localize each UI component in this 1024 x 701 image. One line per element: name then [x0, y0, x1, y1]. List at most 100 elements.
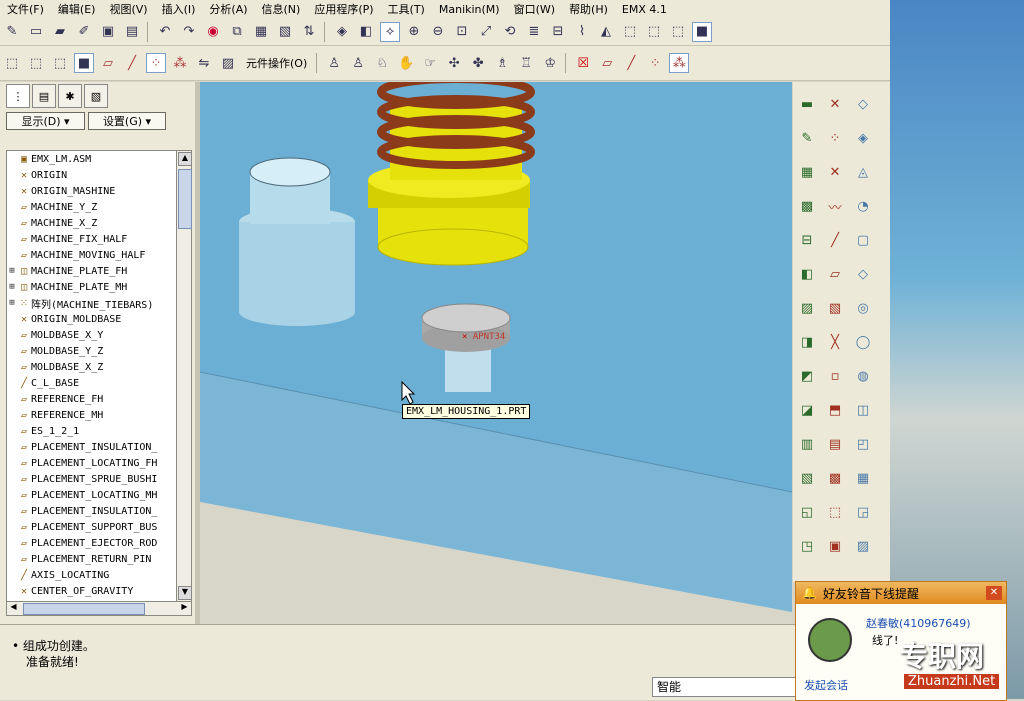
- tree-item[interactable]: ▱ PLACEMENT_LOCATING_FH: [7, 455, 177, 471]
- csys-tool-icon[interactable]: ⁂: [669, 53, 690, 73]
- settings-dropdown[interactable]: 设置(G) ▾: [88, 112, 166, 130]
- feature-tool-icon[interactable]: ⁘: [825, 128, 845, 148]
- selection-filter[interactable]: 智能: [652, 677, 798, 697]
- tree-item[interactable]: ▱ MACHINE_X_Z: [7, 215, 177, 231]
- zoom-out-icon[interactable]: ⊖: [428, 22, 448, 42]
- expand-icon[interactable]: ⊞: [7, 266, 17, 276]
- tab-favorites[interactable]: ✱: [58, 84, 82, 108]
- csys-display-icon[interactable]: ⁂: [170, 53, 190, 73]
- feature-tool-icon[interactable]: ▤: [825, 434, 845, 454]
- tree-item[interactable]: ▱ PLACEMENT_SUPPORT_BUS: [7, 519, 177, 535]
- axis-display-icon[interactable]: ╱: [122, 53, 142, 73]
- tree-item[interactable]: ✕ ORIGIN: [7, 167, 177, 183]
- feature-tool-icon[interactable]: ◧: [797, 264, 817, 284]
- axis-tool-icon[interactable]: ╱: [621, 53, 641, 73]
- feature-tool-icon[interactable]: ◳: [797, 536, 817, 556]
- feature-tool-icon[interactable]: ◱: [797, 502, 817, 522]
- feature-tool-icon[interactable]: ⬒: [825, 400, 845, 420]
- new-wizard-icon[interactable]: ✎: [2, 22, 22, 42]
- shading-icon[interactable]: ■: [692, 21, 712, 42]
- pose-4-icon[interactable]: ♖: [516, 53, 536, 73]
- tree-item[interactable]: ▱ PLACEMENT_INSULATION_: [7, 503, 177, 519]
- feature-tool-icon[interactable]: ▩: [797, 196, 817, 216]
- new-file-icon[interactable]: ▭: [26, 22, 46, 42]
- menu-item-4[interactable]: 分析(A): [202, 1, 254, 17]
- menu-item-2[interactable]: 视图(V): [102, 1, 154, 17]
- scroll-right-icon[interactable]: ▶: [179, 602, 190, 614]
- tree-item[interactable]: ▱ MOLDBASE_X_Z: [7, 359, 177, 375]
- h-scroll-thumb[interactable]: [23, 603, 145, 615]
- hidden-line-icon[interactable]: ⬚: [644, 22, 664, 42]
- scroll-thumb[interactable]: [178, 169, 192, 229]
- tree-item[interactable]: ✕ ORIGIN_MASHINE: [7, 183, 177, 199]
- feature-tool-icon[interactable]: ◪: [797, 400, 817, 420]
- pose-1-icon[interactable]: ✣: [444, 53, 464, 73]
- feature-tool-icon[interactable]: ▱: [825, 264, 845, 284]
- menu-item-11[interactable]: EMX 4.1: [615, 3, 674, 16]
- menu-item-9[interactable]: 窗口(W): [507, 1, 562, 17]
- scroll-up-icon[interactable]: ▲: [178, 152, 192, 166]
- refit-icon[interactable]: ⊡: [452, 22, 472, 42]
- plane-tool-icon[interactable]: ▱: [597, 53, 617, 73]
- feature-tool-icon[interactable]: ▦: [853, 468, 873, 488]
- pose-3-icon[interactable]: ♗: [492, 53, 512, 73]
- tree-item[interactable]: ╱ C_L_BASE: [7, 375, 177, 391]
- expand-icon[interactable]: ⊞: [7, 298, 17, 308]
- view-manager-icon[interactable]: ⊟: [548, 22, 568, 42]
- close-icon[interactable]: ✕: [986, 586, 1002, 600]
- feature-tool-icon[interactable]: ◎: [853, 298, 873, 318]
- tree-item[interactable]: ╱ AXIS_LOCATING: [7, 567, 177, 583]
- copy-icon[interactable]: ⧉: [227, 22, 247, 42]
- cube-4-icon[interactable]: ■: [74, 53, 94, 73]
- cube-1-icon[interactable]: ⬚: [2, 53, 22, 73]
- tree-item[interactable]: ⊞ ◫ MACHINE_PLATE_FH: [7, 263, 177, 279]
- menu-item-6[interactable]: 应用程序(P): [307, 1, 380, 17]
- pose-5-icon[interactable]: ♔: [540, 53, 560, 73]
- regenerate-icon[interactable]: ⇅: [299, 22, 319, 42]
- tree-item[interactable]: ▱ PLACEMENT_SPRUE_BUSHI: [7, 471, 177, 487]
- menu-item-1[interactable]: 编辑(E): [51, 1, 103, 17]
- paste-special-icon[interactable]: ▧: [275, 22, 295, 42]
- menu-item-10[interactable]: 帮助(H): [562, 1, 615, 17]
- brush-icon[interactable]: ✐: [74, 22, 94, 42]
- feature-tool-icon[interactable]: ✕: [825, 162, 845, 182]
- tree-item[interactable]: ▱ MACHINE_FIX_HALF: [7, 231, 177, 247]
- tree-item[interactable]: ▱ PLACEMENT_EJECTOR_ROD: [7, 535, 177, 551]
- feature-tool-icon[interactable]: ▧: [797, 468, 817, 488]
- wireframe-icon[interactable]: ⬚: [620, 22, 640, 42]
- manikin-3-icon[interactable]: ♘: [372, 53, 392, 73]
- hand-icon[interactable]: ✋: [396, 53, 416, 73]
- tree-item[interactable]: ▱ MOLDBASE_X_Y: [7, 327, 177, 343]
- contact-name[interactable]: 赵春敏(410967649): [866, 615, 971, 631]
- start-chat-link[interactable]: 发起会话: [804, 677, 848, 693]
- menu-item-3[interactable]: 插入(I): [155, 1, 203, 17]
- feature-tool-icon[interactable]: ✕: [825, 94, 845, 114]
- tree-item[interactable]: ▱ MACHINE_Y_Z: [7, 199, 177, 215]
- tab-layers[interactable]: ▧: [84, 84, 108, 108]
- expand-icon[interactable]: ⊞: [7, 282, 17, 292]
- feature-tool-icon[interactable]: ▩: [825, 468, 845, 488]
- no-hidden-icon[interactable]: ⬚: [668, 22, 688, 42]
- color-wheel-icon[interactable]: ◉: [203, 22, 223, 42]
- feature-tool-icon[interactable]: ✎: [797, 128, 817, 148]
- paste-icon[interactable]: ▦: [251, 22, 271, 42]
- tree-vertical-scrollbar[interactable]: ▲ ▼: [176, 150, 192, 602]
- feature-tool-icon[interactable]: ⬚: [825, 502, 845, 522]
- tree-item[interactable]: ▱ PLACEMENT_LOCATING_MH: [7, 487, 177, 503]
- manikin-1-icon[interactable]: ♙: [324, 53, 344, 73]
- feature-tool-icon[interactable]: ◫: [853, 400, 873, 420]
- cube-3-icon[interactable]: ⬚: [50, 53, 70, 73]
- tree-item[interactable]: ✕ ORIGIN_MOLDBASE: [7, 311, 177, 327]
- tree-item[interactable]: ▱ ES_1_2_1: [7, 423, 177, 439]
- tree-item[interactable]: ▱ PLACEMENT_RETURN_PIN: [7, 551, 177, 567]
- point-display-icon[interactable]: ⁘: [146, 53, 166, 73]
- point-tool-icon[interactable]: ⁘: [645, 53, 665, 73]
- show-dropdown[interactable]: 显示(D) ▾: [6, 112, 85, 130]
- feature-tool-icon[interactable]: ◯: [853, 332, 873, 352]
- zoom-in-icon[interactable]: ⊕: [404, 22, 424, 42]
- menu-item-0[interactable]: 文件(F): [0, 1, 51, 17]
- feature-tool-icon[interactable]: ⊟: [797, 230, 817, 250]
- spin-center-icon[interactable]: ◈: [332, 22, 352, 42]
- feature-tool-icon[interactable]: ▥: [797, 434, 817, 454]
- reach-icon[interactable]: ☞: [420, 53, 440, 73]
